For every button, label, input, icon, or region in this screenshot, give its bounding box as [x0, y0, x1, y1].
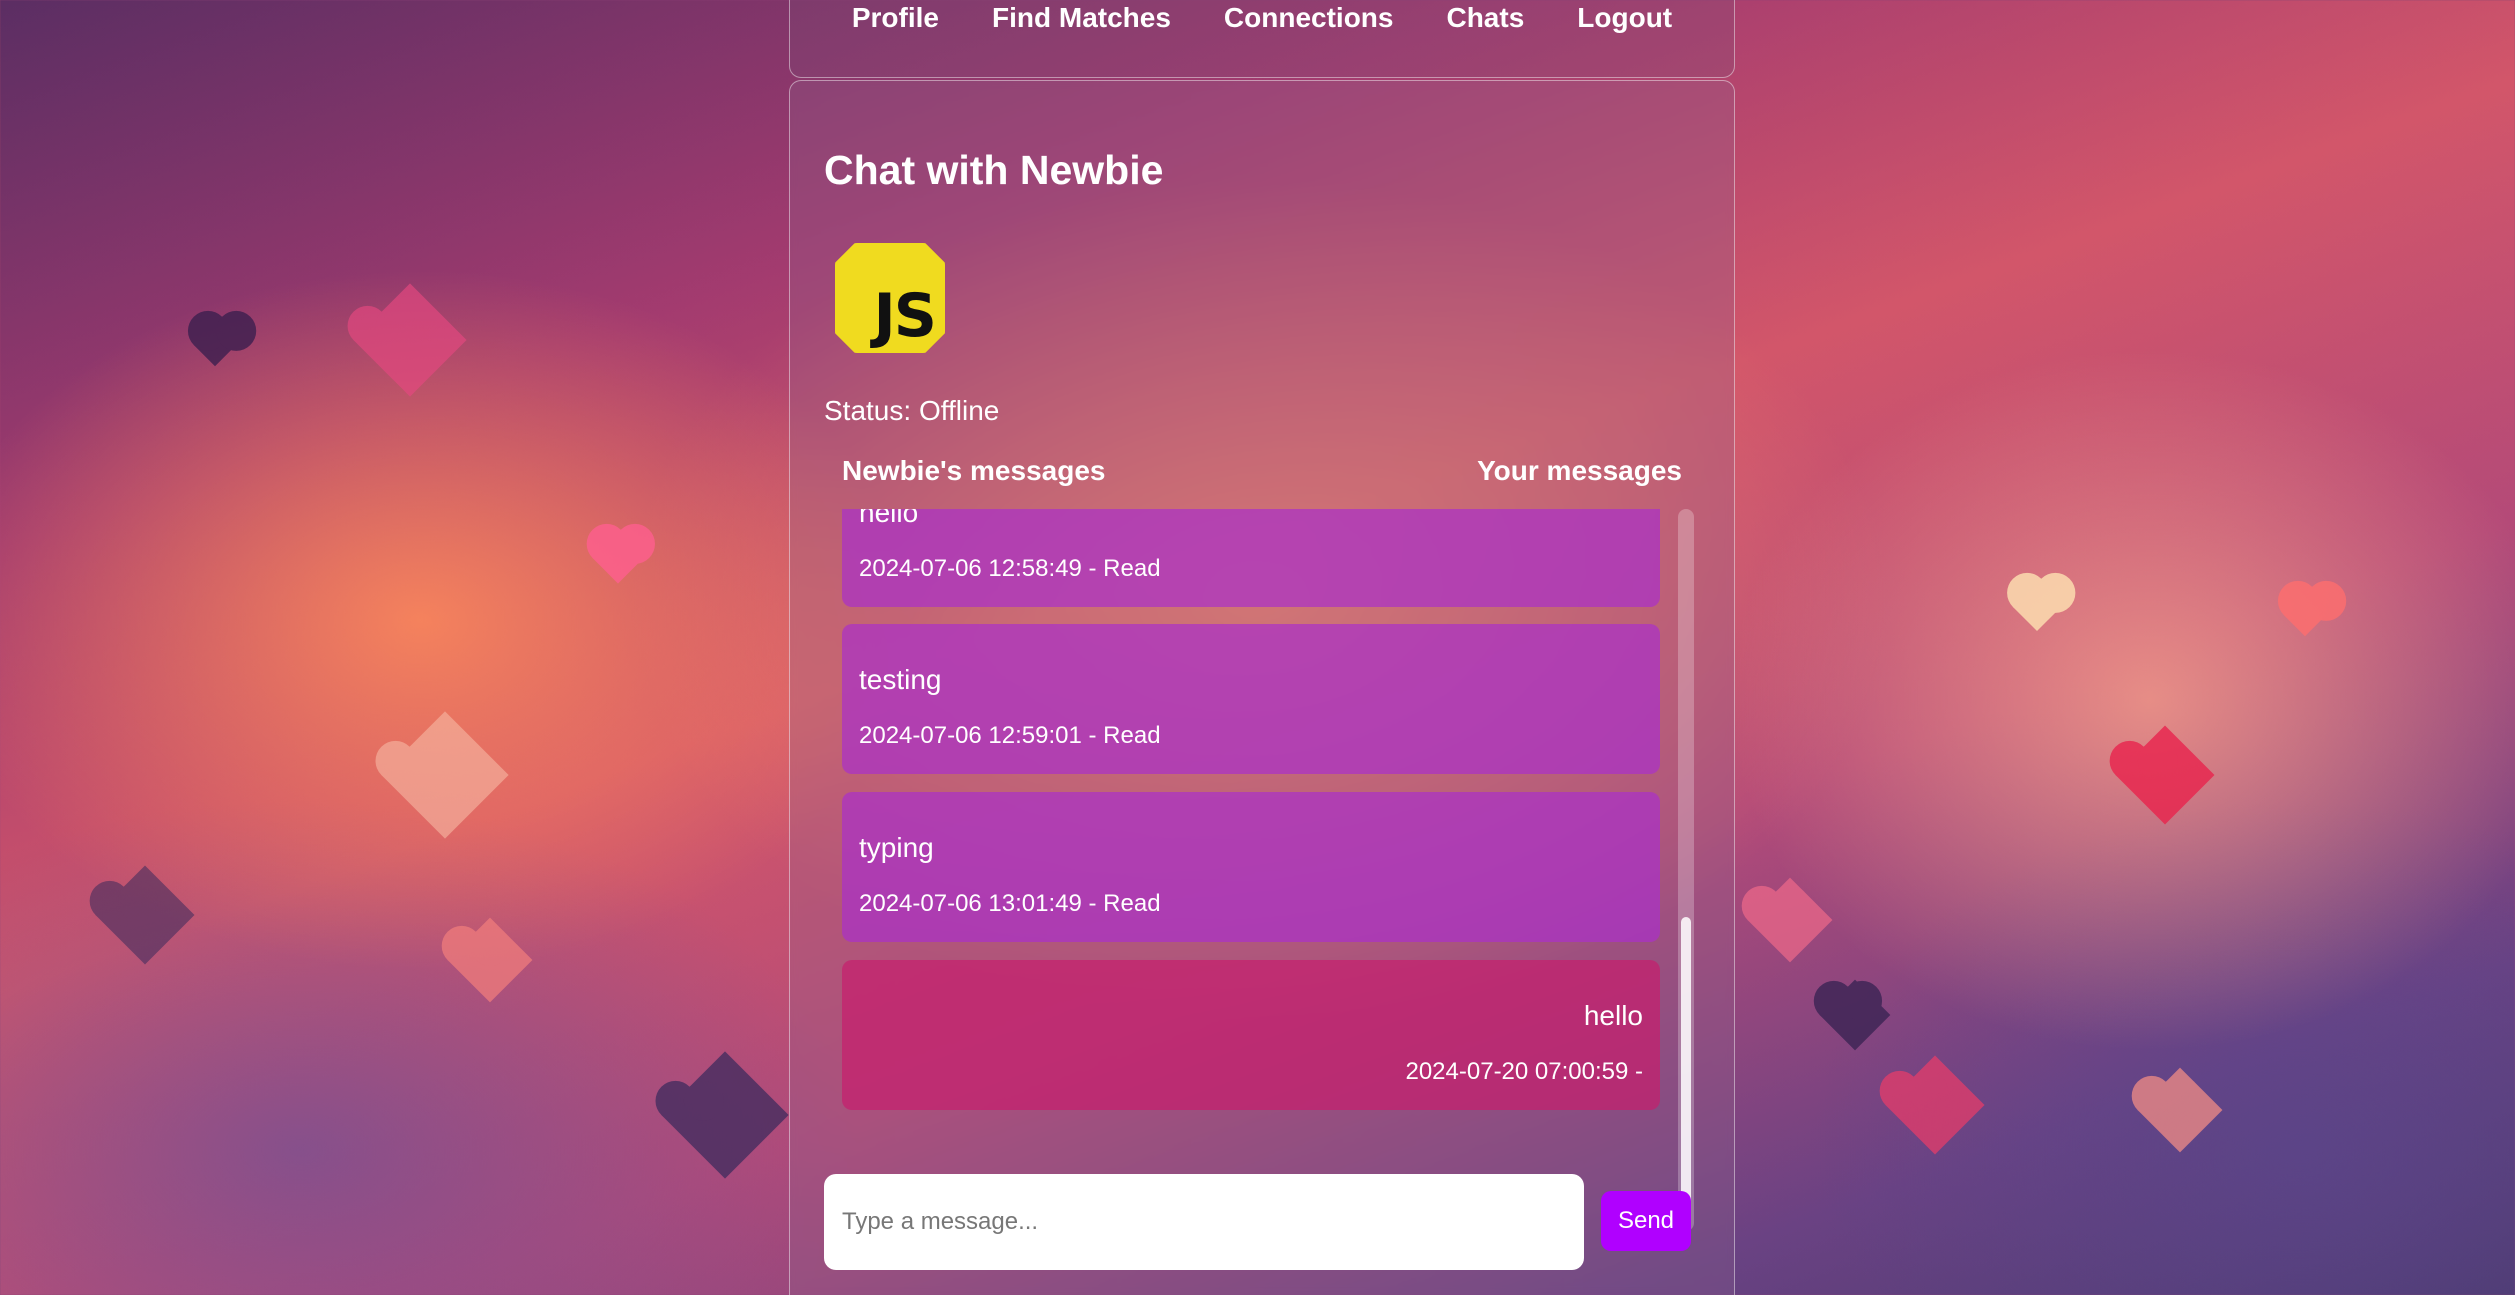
message-text: testing — [859, 664, 942, 695]
heart-decoration — [2137, 1067, 2223, 1153]
chat-panel: Chat with Newbie JS Status: Offline Newb… — [789, 80, 1735, 1295]
message-list[interactable]: hello 2024-07-06 12:58:49 - Read testing… — [842, 509, 1660, 1150]
message-timestamp: 2024-07-06 13:01:49 - Read — [859, 890, 1161, 917]
heart-decoration — [95, 865, 195, 965]
heart-decoration — [193, 323, 237, 367]
nav-link-profile[interactable]: Profile — [852, 0, 939, 36]
message-text: hello — [1583, 1000, 1643, 1031]
heart-decoration — [2115, 725, 2215, 825]
javascript-logo-icon: JS — [835, 243, 945, 353]
heart-decoration — [381, 711, 509, 839]
message-timestamp: 2024-07-06 12:58:49 - Read — [859, 555, 1161, 582]
message-text: hello — [859, 509, 919, 528]
message-timestamp: 2024-07-20 07:00:59 - — [1405, 1058, 1643, 1085]
send-button[interactable]: Send — [1601, 1191, 1691, 1251]
heart-decoration — [1747, 877, 1833, 963]
avatar-text: JS — [873, 281, 937, 351]
message-bubble-received: testing 2024-07-06 12:59:01 - Read — [842, 624, 1660, 774]
page-title: Chat with Newbie — [824, 147, 1164, 193]
heart-decoration — [1819, 979, 1891, 1051]
nav-link-logout[interactable]: Logout — [1577, 0, 1672, 36]
top-navigation: Profile Find Matches Connections Chats L… — [789, 0, 1735, 78]
left-column-header: Newbie's messages — [842, 455, 1106, 486]
scrollbar-thumb[interactable] — [1681, 917, 1691, 1223]
heart-decoration — [661, 1051, 789, 1179]
heart-decoration — [447, 917, 533, 1003]
message-scrollbar[interactable] — [1678, 509, 1694, 1231]
nav-link-find-matches[interactable]: Find Matches — [992, 0, 1171, 36]
nav-link-connections[interactable]: Connections — [1224, 0, 1394, 36]
heart-decoration — [2012, 582, 2062, 632]
heart-decoration — [1885, 1055, 1985, 1155]
nav-link-chats[interactable]: Chats — [1446, 0, 1524, 36]
heart-decoration — [592, 532, 644, 584]
heart-decoration — [353, 283, 467, 397]
heart-decoration — [2283, 593, 2327, 637]
message-bubble-received: hello 2024-07-06 12:58:49 - Read — [842, 509, 1660, 607]
message-bubble-received: typing 2024-07-06 13:01:49 - Read — [842, 792, 1660, 942]
right-column-header: Your messages — [1477, 455, 1682, 486]
message-timestamp: 2024-07-06 12:59:01 - Read — [859, 722, 1161, 749]
message-bubble-sent: hello 2024-07-20 07:00:59 - — [842, 960, 1660, 1110]
message-input[interactable] — [824, 1174, 1584, 1270]
status-text: Status: Offline — [824, 395, 1000, 426]
message-text: typing — [859, 832, 934, 863]
